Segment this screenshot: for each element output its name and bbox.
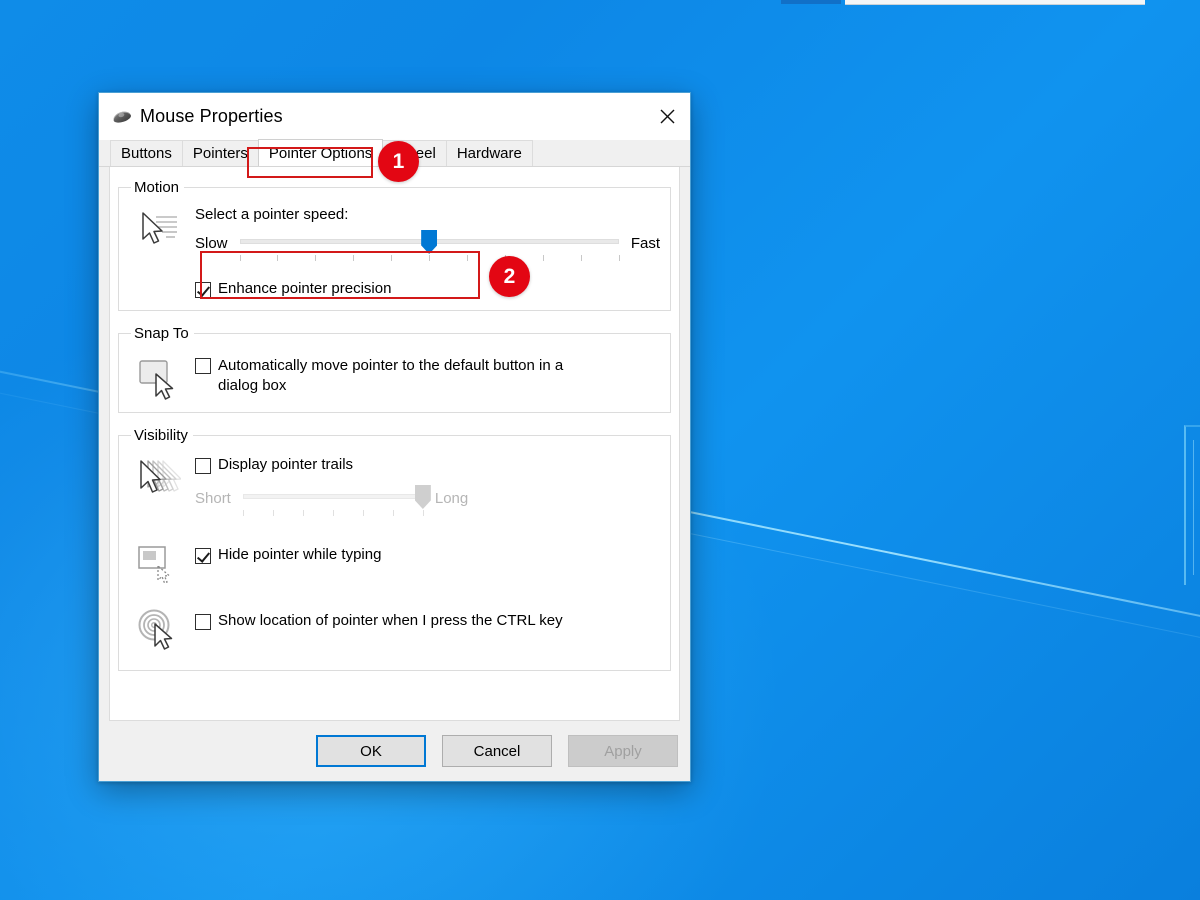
slider-tick [315,255,316,261]
hide-typing-checkbox[interactable] [195,548,211,564]
slider-tick [363,510,364,516]
visibility-group: Visibility [118,427,671,671]
cancel-button[interactable]: Cancel [442,735,552,767]
trails-max-label: Long [435,490,468,507]
slider-tick [429,255,430,261]
wallpaper-logo-edge-inner [1193,440,1200,575]
auto-move-label: Automatically move pointer to the defaul… [218,356,590,397]
slider-tick [391,255,392,261]
show-location-checkbox[interactable] [195,614,211,630]
trails-thumb [415,485,431,509]
pointer-options-page: Motion [109,167,680,721]
show-location-row[interactable]: Show location of pointer when I press th… [195,612,660,630]
slider-tick [277,255,278,261]
show-pointer-location-icon [129,602,187,652]
slider-tick [240,255,241,261]
slider-tick [333,510,334,516]
pointer-trails-icon [129,452,187,526]
tab-buttons[interactable]: Buttons [110,140,183,166]
desktop-background: Mouse Properties Buttons Pointers Pointe… [0,0,1200,900]
dialog-footer: OK Cancel Apply [99,721,690,781]
show-location-label: Show location of pointer when I press th… [218,612,563,629]
trails-track [243,494,423,499]
snap-to-group: Snap To Automatically move pointer to th… [118,325,671,413]
titlebar[interactable]: Mouse Properties [99,93,690,140]
motion-group: Motion [118,179,671,311]
enhance-precision-checkbox[interactable] [195,282,211,298]
auto-move-checkbox[interactable] [195,358,211,374]
annotation-badge-1: 1 [378,141,419,182]
annotation-badge-2: 2 [489,256,530,297]
snap-to-legend: Snap To [131,325,194,342]
trails-min-label: Short [195,490,231,507]
pointer-speed-slider[interactable] [240,227,619,259]
slider-tick [467,255,468,261]
mouse-properties-dialog: Mouse Properties Buttons Pointers Pointe… [98,92,691,782]
hide-typing-label: Hide pointer while typing [218,546,381,563]
display-trails-label: Display pointer trails [218,456,353,473]
enhance-precision-label: Enhance pointer precision [218,280,391,297]
pointer-speed-label: Select a pointer speed: [195,206,660,223]
background-window-edge[interactable] [845,0,1145,5]
slider-tick [581,255,582,261]
pointer-speed-max-label: Fast [631,235,660,252]
pointer-speed-min-label: Slow [195,235,228,252]
tab-pointer-options[interactable]: Pointer Options [258,139,383,166]
slider-tick [423,510,424,516]
ok-button[interactable]: OK [316,735,426,767]
trails-slider-wrap: Short Long [195,482,660,526]
apply-button: Apply [568,735,678,767]
pointer-speed-slider-wrap: Slow Fast [195,227,660,271]
slider-tick [273,510,274,516]
slider-tick [243,510,244,516]
hide-pointer-typing-icon [129,538,187,588]
trails-ticks [243,510,423,518]
pointer-speed-ticks [240,255,619,263]
slider-tick [303,510,304,516]
tab-pointers[interactable]: Pointers [182,140,259,166]
slider-tick [393,510,394,516]
tab-hardware[interactable]: Hardware [446,140,533,166]
motion-legend: Motion [131,179,184,196]
hide-typing-row[interactable]: Hide pointer while typing [195,546,660,564]
visibility-legend: Visibility [131,427,193,444]
display-trails-checkbox[interactable] [195,458,211,474]
mouse-icon [112,108,132,126]
background-window-edge-left [781,0,841,4]
snap-to-button-icon [129,350,187,400]
enhance-precision-row[interactable]: Enhance pointer precision [195,280,660,298]
dialog-title: Mouse Properties [140,106,283,127]
close-icon[interactable] [644,93,690,139]
auto-move-row[interactable]: Automatically move pointer to the defaul… [195,356,660,397]
trails-slider [243,482,423,514]
display-trails-row[interactable]: Display pointer trails [195,456,660,474]
pointer-speed-icon [129,204,187,298]
slider-tick [353,255,354,261]
pointer-speed-thumb[interactable] [421,230,437,254]
slider-tick [619,255,620,261]
slider-tick [543,255,544,261]
